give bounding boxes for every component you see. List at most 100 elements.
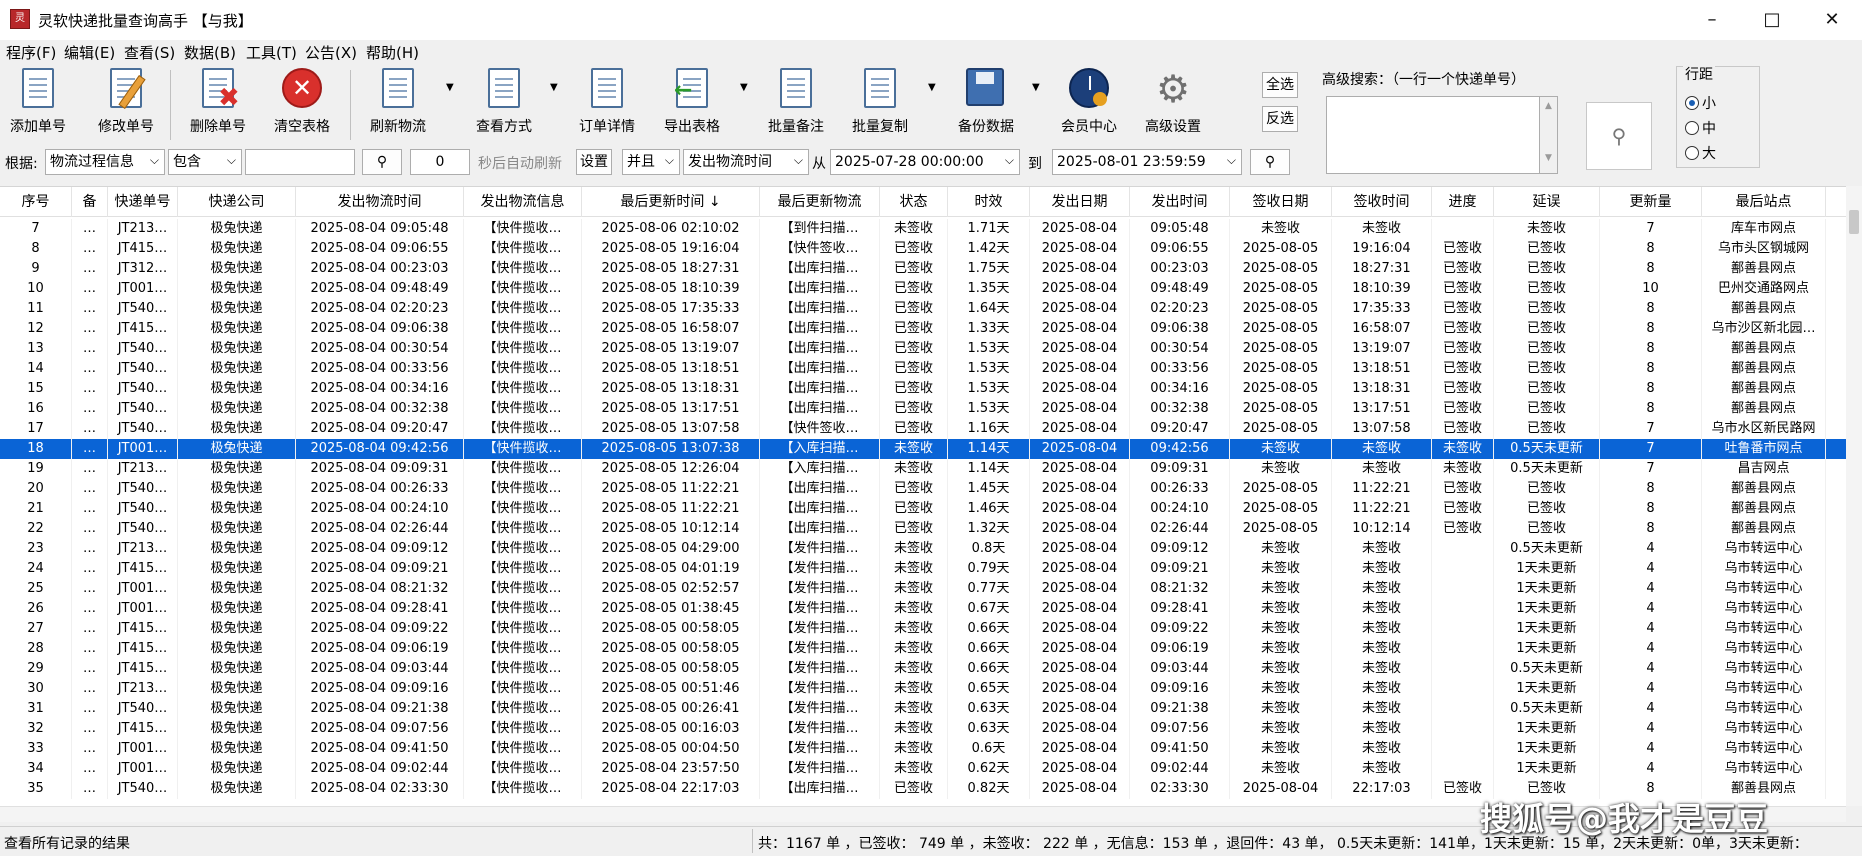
table-row[interactable]: 16… JT540… 极兔快递 2025-08-04 00:32:38 【快件揽收… 20… (0, 399, 1846, 419)
minimize-button[interactable]: – (1682, 0, 1742, 40)
table-row[interactable]: 33… JT001… 极兔快递 2025-08-04 09:41:50 【快件揽收… 20… (0, 739, 1846, 759)
menu-tools[interactable]: 工具(T) (246, 42, 297, 63)
table-row[interactable]: 20… JT540… 极兔快递 2025-08-04 00:26:33 【快件揽收… 20… (0, 479, 1846, 499)
field-select[interactable]: 物流过程信息 (45, 149, 165, 175)
to-datetime[interactable]: 2025-08-01 23:59:59 (1052, 149, 1242, 175)
menu-edit[interactable]: 编辑(E) (64, 42, 115, 63)
invert-selection-button[interactable]: 反选 (1262, 106, 1298, 132)
table-row[interactable]: 29… JT415… 极兔快递 2025-08-04 09:03:44 【快件揽收… 20… (0, 659, 1846, 679)
view-mode-button[interactable]: 查看方式 (476, 68, 532, 138)
header-delay[interactable]: 延误 (1494, 187, 1600, 217)
filter-search-button[interactable]: ⚲ (362, 149, 402, 175)
table-row[interactable]: 32… JT415… 极兔快递 2025-08-04 09:07:56 【快件揽收… 20… (0, 719, 1846, 739)
header-sign-date[interactable]: 签收日期 (1230, 187, 1332, 217)
member-center-button[interactable]: 会员中心 (1061, 68, 1117, 138)
table-row[interactable]: 15… JT540… 极兔快递 2025-08-04 00:34:16 【快件揽收… 20… (0, 379, 1846, 399)
from-datetime[interactable]: 2025-07-28 00:00:00 (830, 149, 1020, 175)
batch-copy-button[interactable]: 批量复制 (852, 68, 908, 138)
header-courier[interactable]: 快递公司 (178, 187, 296, 217)
header-tracking-no[interactable]: 快递单号 (108, 187, 178, 217)
clear-table-button[interactable]: ✕ 清空表格 (274, 68, 330, 138)
time-field-select[interactable]: 发出物流时间 (683, 149, 809, 175)
table-row[interactable]: 7… JT213… 极兔快递 2025-08-04 09:05:48 【快件揽收… 202… (0, 219, 1846, 239)
table-row[interactable]: 23… JT213… 极兔快递 2025-08-04 09:09:12 【快件揽收… 20… (0, 539, 1846, 559)
spacing-small-radio[interactable]: 小 (1685, 93, 1759, 113)
header-note[interactable]: 备 (72, 187, 108, 217)
vertical-scrollbar[interactable] (1846, 186, 1862, 806)
date-search-button[interactable]: ⚲ (1250, 149, 1290, 175)
cell-send-info: 【快件揽收… (464, 319, 582, 339)
cell-send-info: 【快件揽收… (464, 359, 582, 379)
menu-view[interactable]: 查看(S) (124, 42, 175, 63)
header-seq[interactable]: 序号 (0, 187, 72, 217)
table-row[interactable]: 25… JT001… 极兔快递 2025-08-04 08:21:32 【快件揽收… 20… (0, 579, 1846, 599)
table-row[interactable]: 27… JT415… 极兔快递 2025-08-04 09:09:22 【快件揽收… 20… (0, 619, 1846, 639)
refresh-dropdown-icon[interactable]: ▼ (446, 82, 454, 93)
backup-dropdown-icon[interactable]: ▼ (1032, 82, 1040, 93)
close-button[interactable]: ✕ (1802, 0, 1862, 40)
operator-select[interactable]: 包含 (168, 149, 242, 175)
table-row[interactable]: 13… JT540… 极兔快递 2025-08-04 00:30:54 【快件揽收… 20… (0, 339, 1846, 359)
header-sign-clock[interactable]: 签收时间 (1332, 187, 1432, 217)
view-dropdown-icon[interactable]: ▼ (550, 82, 558, 93)
header-last-station[interactable]: 最后站点 (1702, 187, 1826, 217)
interval-set-button[interactable]: 设置 (576, 149, 612, 175)
cell-last-update-time: 2025-08-05 12:26:04 (582, 459, 760, 479)
header-last-update-time[interactable]: 最后更新时间 ↓ (582, 187, 760, 217)
select-all-button[interactable]: 全选 (1262, 72, 1298, 98)
header-last-update-info[interactable]: 最后更新物流 (760, 187, 880, 217)
edit-button[interactable]: 修改单号 (98, 68, 154, 138)
keyword-input[interactable] (245, 149, 355, 175)
header-send-time[interactable]: 发出物流时间 (296, 187, 464, 217)
delete-button[interactable]: ✖ 删除单号 (190, 68, 246, 138)
table-row[interactable]: 11… JT540… 极兔快递 2025-08-04 02:20:23 【快件揽收… 20… (0, 299, 1846, 319)
table-row[interactable]: 26… JT001… 极兔快递 2025-08-04 09:28:41 【快件揽收… 20… (0, 599, 1846, 619)
header-status[interactable]: 状态 (880, 187, 948, 217)
menu-notice[interactable]: 公告(X) (305, 42, 357, 63)
logic-select[interactable]: 并且 (622, 149, 680, 175)
refresh-button[interactable]: 刷新物流 (370, 68, 426, 138)
header-duration[interactable]: 时效 (948, 187, 1030, 217)
table-row[interactable]: 22… JT540… 极兔快递 2025-08-04 02:26:44 【快件揽收… 20… (0, 519, 1846, 539)
header-send-clock[interactable]: 发出时间 (1130, 187, 1230, 217)
batch-note-button[interactable]: 批量备注 (768, 68, 824, 138)
advanced-search-scrollbar[interactable]: ▲ ▼ (1540, 96, 1558, 174)
menu-data[interactable]: 数据(B) (184, 42, 236, 63)
copy-dropdown-icon[interactable]: ▼ (928, 82, 936, 93)
menu-program[interactable]: 程序(F) (6, 42, 56, 63)
header-send-date[interactable]: 发出日期 (1030, 187, 1130, 217)
cell-seq: 23 (0, 539, 72, 559)
table-row[interactable]: 10… JT001… 极兔快递 2025-08-04 09:48:49 【快件揽收… 20… (0, 279, 1846, 299)
advanced-search-input[interactable] (1326, 96, 1540, 174)
advanced-settings-button[interactable]: ⚙ 高级设置 (1145, 68, 1201, 138)
table-row[interactable]: 8… JT415… 极兔快递 2025-08-04 09:06:55 【快件揽收… 202… (0, 239, 1846, 259)
table-row[interactable]: 9… JT312… 极兔快递 2025-08-04 00:23:03 【快件揽收… 202… (0, 259, 1846, 279)
menu-help[interactable]: 帮助(H) (366, 42, 419, 63)
cell-courier: 极兔快递 (178, 659, 296, 679)
header-send-info[interactable]: 发出物流信息 (464, 187, 582, 217)
table-row[interactable]: 30… JT213… 极兔快递 2025-08-04 09:09:16 【快件揽收… 20… (0, 679, 1846, 699)
order-detail-button[interactable]: 订单详情 (579, 68, 635, 138)
table-row[interactable]: 28… JT415… 极兔快递 2025-08-04 09:06:19 【快件揽收… 20… (0, 639, 1846, 659)
table-row[interactable]: 19… JT213… 极兔快递 2025-08-04 09:09:31 【快件揽收… 20… (0, 459, 1846, 479)
spacing-large-radio[interactable]: 大 (1685, 143, 1759, 163)
advanced-search-button[interactable]: ⚲ (1586, 102, 1652, 170)
table-row[interactable]: 21… JT540… 极兔快递 2025-08-04 00:24:10 【快件揽收… 20… (0, 499, 1846, 519)
table-row[interactable]: 34… JT001… 极兔快递 2025-08-04 09:02:44 【快件揽收… 20… (0, 759, 1846, 779)
table-row[interactable]: 24… JT415… 极兔快递 2025-08-04 09:09:21 【快件揽收… 20… (0, 559, 1846, 579)
header-update-count[interactable]: 更新量 (1600, 187, 1702, 217)
table-row[interactable]: 12… JT415… 极兔快递 2025-08-04 09:06:38 【快件揽收… 20… (0, 319, 1846, 339)
table-row[interactable]: 18… JT001… 极兔快递 2025-08-04 09:42:56 【快件揽收… 20… (0, 439, 1846, 459)
header-progress[interactable]: 进度 (1432, 187, 1494, 217)
cell-send-info: 【快件揽收… (464, 219, 582, 239)
spacing-medium-radio[interactable]: 中 (1685, 118, 1759, 138)
export-button[interactable]: ← 导出表格 (664, 68, 720, 138)
table-row[interactable]: 17… JT540… 极兔快递 2025-08-04 09:20:47 【快件揽收… 20… (0, 419, 1846, 439)
add-button[interactable]: 添加单号 (10, 68, 66, 138)
export-dropdown-icon[interactable]: ▼ (740, 82, 748, 93)
table-row[interactable]: 14… JT540… 极兔快递 2025-08-04 00:33:56 【快件揽收… 20… (0, 359, 1846, 379)
maximize-button[interactable]: □ (1742, 0, 1802, 40)
refresh-interval-input[interactable]: 0 (410, 149, 470, 175)
table-row[interactable]: 31… JT540… 极兔快递 2025-08-04 09:21:38 【快件揽收… 20… (0, 699, 1846, 719)
backup-button[interactable]: 备份数据 (958, 68, 1014, 138)
